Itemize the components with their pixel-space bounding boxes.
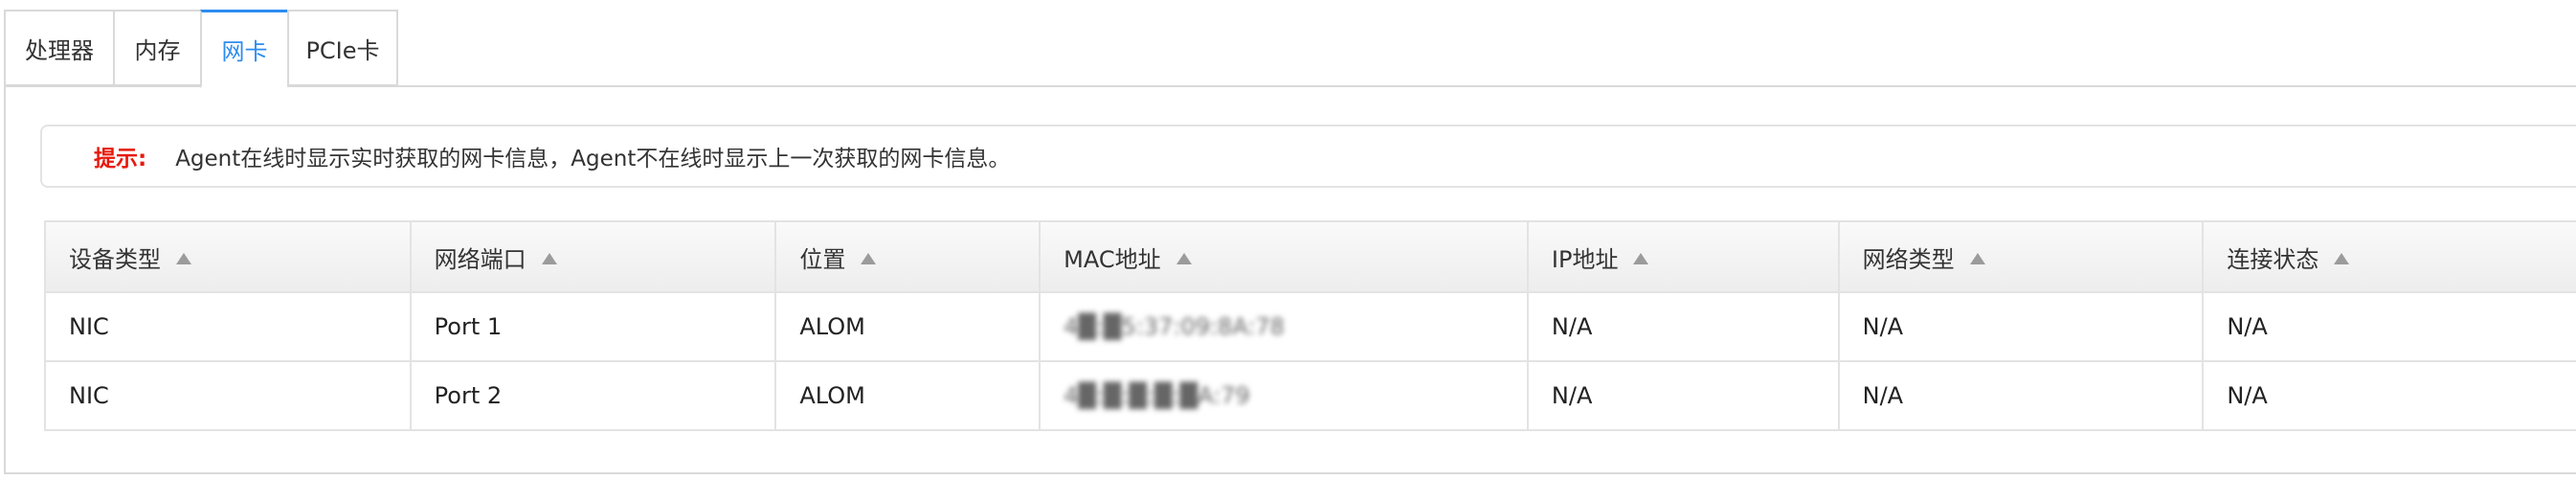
column-header-ip-address[interactable]: IP地址 [1526, 220, 1840, 293]
column-header-label: MAC地址 [1064, 245, 1161, 273]
column-header-device-type[interactable]: 设备类型 [44, 220, 412, 293]
column-header-mac-address[interactable]: MAC地址 [1039, 220, 1529, 293]
mac-address-value: 4█:█5:37:09:8A:78 [1064, 313, 1285, 340]
mac-address-value: 4█:█:█:█:█A:79 [1064, 382, 1250, 409]
sort-icon[interactable] [2334, 252, 2350, 264]
cell-device-type: NIC [44, 360, 412, 431]
cell-device-type: NIC [44, 291, 412, 362]
cell-ip-address: N/A [1526, 291, 1840, 362]
column-header-label: 网络端口 [434, 245, 526, 273]
cell-ip-address: N/A [1526, 360, 1840, 431]
column-header-link-status[interactable]: 连接状态 [2202, 220, 2576, 293]
cell-network-type: N/A [1837, 360, 2205, 431]
cell-network-type: N/A [1837, 291, 2205, 362]
column-header-label: IP地址 [1551, 245, 1619, 273]
cell-network-port: Port 2 [409, 360, 777, 431]
column-header-location[interactable]: 位置 [774, 220, 1042, 293]
nic-table: 设备类型 网络端口 位置 MAC地址 IP地址 网络类型 连接状态 NIC Po… [44, 220, 2576, 431]
table-row: NIC Port 1 ALOM 4█:█5:37:09:8A:78 N/A N/… [44, 291, 2576, 362]
cell-link-status: N/A [2202, 360, 2576, 431]
column-header-label: 设备类型 [69, 245, 161, 273]
tab-pcie-card[interactable]: PCIe卡 [287, 10, 398, 86]
column-header-label: 网络类型 [1862, 245, 1955, 273]
column-header-network-type[interactable]: 网络类型 [1837, 220, 2205, 293]
nic-info-page: 处理器 内存 网卡 PCIe卡 提示: Agent在线时显示实时获取的网卡信息，… [0, 0, 2576, 503]
cell-mac-address: 4█:█5:37:09:8A:78 [1039, 291, 1529, 362]
cell-network-port: Port 1 [409, 291, 777, 362]
column-header-label: 位置 [799, 245, 846, 273]
hint-box: 提示: Agent在线时显示实时获取的网卡信息，Agent不在线时显示上一次获取… [40, 125, 2576, 188]
tab-processor[interactable]: 处理器 [4, 10, 113, 86]
sort-icon[interactable] [176, 252, 191, 264]
sort-icon[interactable] [1176, 252, 1192, 264]
table-header-row: 设备类型 网络端口 位置 MAC地址 IP地址 网络类型 连接状态 [44, 220, 2576, 293]
cell-location: ALOM [774, 360, 1042, 431]
cell-mac-address: 4█:█:█:█:█A:79 [1039, 360, 1529, 431]
hint-text: Agent在线时显示实时获取的网卡信息，Agent不在线时显示上一次获取的网卡信… [175, 147, 1011, 171]
tab-network-card[interactable]: 网卡 [200, 10, 287, 88]
sort-icon[interactable] [541, 252, 557, 264]
cell-location: ALOM [774, 291, 1042, 362]
hint-label: 提示: [94, 147, 147, 171]
cell-link-status: N/A [2202, 291, 2576, 362]
sort-icon[interactable] [1969, 252, 1985, 264]
column-header-network-port[interactable]: 网络端口 [409, 220, 777, 293]
sort-icon[interactable] [861, 252, 877, 264]
tab-bar: 处理器 内存 网卡 PCIe卡 [4, 10, 398, 88]
column-header-label: 连接状态 [2227, 245, 2319, 273]
tab-memory[interactable]: 内存 [113, 10, 200, 86]
sort-icon[interactable] [1633, 252, 1649, 264]
table-row: NIC Port 2 ALOM 4█:█:█:█:█A:79 N/A N/A N… [44, 360, 2576, 431]
